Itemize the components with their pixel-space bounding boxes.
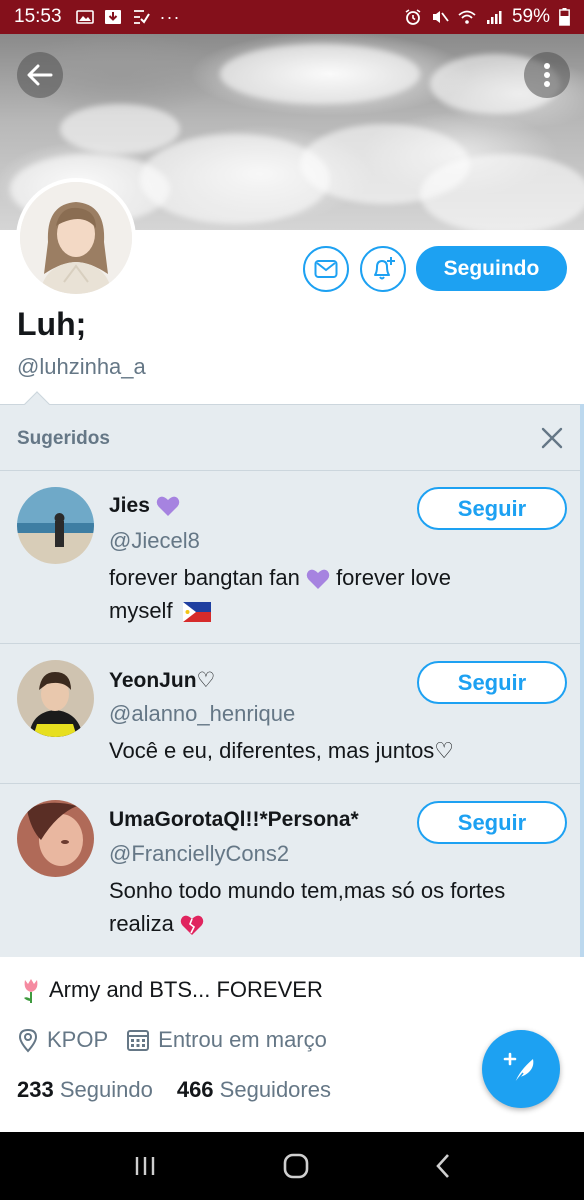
battery-percent: 59% <box>511 6 550 27</box>
avatar-illustration <box>20 182 132 294</box>
close-suggestions-button[interactable] <box>538 424 566 452</box>
philippines-flag-icon <box>182 602 211 623</box>
battery-icon <box>559 8 570 26</box>
compose-tweet-icon <box>503 1052 534 1084</box>
mail-icon <box>314 260 338 278</box>
following-count: 233 <box>17 1077 54 1102</box>
suggestion-avatar[interactable] <box>17 800 94 877</box>
avatar-beach <box>17 487 94 564</box>
followers-count: 466 <box>176 1077 214 1102</box>
broken-heart-icon <box>180 915 204 936</box>
suggestion-bio: forever bangtan fan forever love myself <box>109 561 539 627</box>
bio-text: realiza <box>109 911 174 936</box>
bio-text: myself <box>109 598 173 623</box>
alarm-icon <box>405 9 421 25</box>
signal-icon <box>486 11 502 24</box>
android-nav-bar <box>0 1132 584 1200</box>
suggestion-name[interactable]: YeonJun♡ <box>109 668 215 693</box>
gallery-icon <box>75 10 94 24</box>
message-button[interactable] <box>303 246 349 292</box>
overflow-menu-button[interactable] <box>524 52 570 98</box>
tulip-icon <box>24 979 38 1003</box>
suggestion-avatar[interactable] <box>17 487 94 564</box>
avatar-person <box>17 660 94 737</box>
joined-text: Entrou em março <box>158 1027 327 1052</box>
follow-counts: 233 Seguindo 466 Seguidores <box>17 1077 331 1103</box>
suggestion-bio: Sonho todo mundo tem,mas só os fortes re… <box>109 874 539 940</box>
following-count-link[interactable]: 233 Seguindo <box>17 1077 153 1103</box>
profile-bio: Army and BTS... FOREVER <box>17 976 323 1004</box>
status-right-icons: 59% <box>404 6 570 28</box>
overflow-menu-icon <box>544 63 550 87</box>
followers-label: Seguidores <box>219 1077 331 1102</box>
avatar-face <box>17 800 94 877</box>
purple-heart-icon <box>306 569 330 590</box>
bio-text: Army and BTS... FOREVER <box>49 977 323 1002</box>
suggestion-handle: @FranciellyCons2 <box>109 841 290 866</box>
wifi-icon <box>458 10 476 24</box>
notification-bell-icon <box>374 257 395 280</box>
following-button[interactable]: Seguindo <box>416 246 567 291</box>
purple-heart-icon <box>156 496 180 516</box>
recent-apps-icon[interactable] <box>133 1155 157 1177</box>
suggestion-bio: Você e eu, diferentes, mas juntos♡ <box>109 738 455 763</box>
suggestion-name[interactable]: UmaGorotaQl!!*Persona* <box>109 808 359 832</box>
status-bar: 15:53 ··· 59% <box>0 0 584 34</box>
suggestion-handle: @alanno_henrique <box>109 701 296 726</box>
bio-text: forever bangtan fan <box>109 565 300 590</box>
suggestion-name[interactable]: Jies <box>109 494 180 518</box>
close-icon <box>541 427 563 449</box>
avatar-photo <box>20 182 132 294</box>
suggestion-name-text: Jies <box>109 494 150 517</box>
calendar-icon <box>127 1030 150 1051</box>
divider <box>0 470 580 471</box>
suggestion-avatar[interactable] <box>17 660 94 737</box>
followers-count-link[interactable]: 466 Seguidores <box>177 1077 331 1103</box>
back-arrow-icon <box>27 64 53 86</box>
home-icon[interactable] <box>283 1153 309 1179</box>
divider <box>0 643 580 644</box>
following-label: Seguindo <box>59 1077 153 1102</box>
mute-icon <box>432 11 449 23</box>
compose-tweet-button[interactable] <box>482 1030 560 1108</box>
panel-scroll-edge <box>580 404 584 957</box>
profile-meta: KPOP Entrou em março <box>17 1027 327 1053</box>
task-check-icon <box>133 10 150 24</box>
follow-button[interactable]: Seguir <box>417 661 567 704</box>
back-button[interactable] <box>17 52 63 98</box>
follow-button[interactable]: Seguir <box>417 487 567 530</box>
suggested-title: Sugeridos <box>17 428 110 449</box>
suggestion-handle: @Jiecel8 <box>109 528 200 553</box>
profile-display-name: Luh; <box>17 306 87 342</box>
profile-avatar[interactable] <box>16 178 136 298</box>
back-nav-icon[interactable] <box>435 1153 451 1179</box>
profile-handle: @luhzinha_a <box>17 354 146 379</box>
location-pin-icon <box>18 1028 38 1053</box>
location-text: KPOP <box>47 1027 109 1052</box>
status-left-icons: ··· <box>75 6 181 28</box>
bio-text: Sonho todo mundo tem,mas só os fortes <box>109 878 506 903</box>
download-icon <box>104 10 121 24</box>
follow-button[interactable]: Seguir <box>417 801 567 844</box>
more-notifications-icon: ··· <box>159 6 181 27</box>
status-time: 15:53 <box>14 6 62 27</box>
divider <box>0 783 580 784</box>
notifications-button[interactable] <box>360 246 406 292</box>
bio-text: forever love <box>336 565 452 590</box>
